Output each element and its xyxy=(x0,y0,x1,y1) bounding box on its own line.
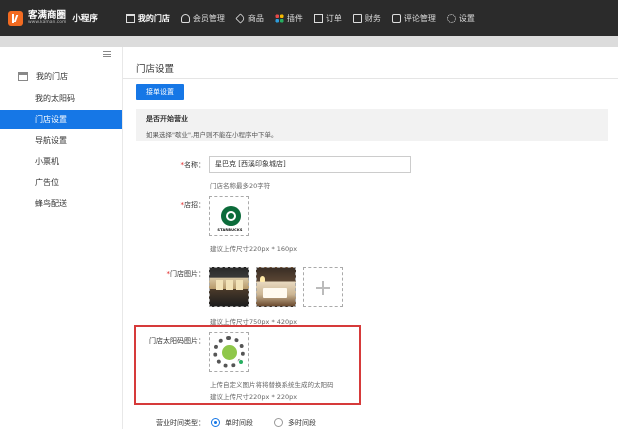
order-settings-button[interactable]: 接单设置 xyxy=(136,84,184,100)
notice-title: 是否开始营业 xyxy=(146,115,188,123)
hamburger-menu-icon[interactable] xyxy=(103,51,111,57)
subheader-bar xyxy=(0,36,618,47)
nav-goods[interactable]: 商品 xyxy=(235,12,264,24)
add-photo-button[interactable] xyxy=(303,267,343,307)
store-logo-upload[interactable]: STARBUCKS xyxy=(209,196,249,236)
nav-label: 插件 xyxy=(286,13,303,23)
logo-label: *店招： xyxy=(180,201,206,209)
name-label: *名称： xyxy=(180,161,206,169)
apps-icon xyxy=(274,13,284,23)
nav-label: 财务 xyxy=(364,13,381,23)
divider xyxy=(123,78,618,79)
store-name-input[interactable]: 星巴克 [西溪印象城店] xyxy=(209,156,411,173)
logo-hint: 建议上传尺寸220px * 160px xyxy=(210,245,298,253)
main-content: 门店设置 接单设置 是否开始营业 如果选择"歇业",用户则不能在小程序中下单。 … xyxy=(123,47,618,429)
sun-code-upload[interactable] xyxy=(209,332,249,372)
single-period-radio[interactable] xyxy=(211,418,220,427)
multi-period-radio[interactable] xyxy=(274,418,283,427)
notice-description: 如果选择"歇业",用户则不能在小程序中下单。 xyxy=(146,131,278,139)
store-photo-1[interactable] xyxy=(209,267,249,307)
business-time-label: 营业时间类型： xyxy=(156,419,205,427)
gear-icon xyxy=(446,13,456,23)
store-photo-2[interactable] xyxy=(256,267,296,307)
sidebar-heading-label: 我的门店 xyxy=(36,72,68,81)
nav-plugins[interactable]: 插件 xyxy=(274,13,303,24)
store-icon xyxy=(125,13,135,23)
order-icon xyxy=(313,13,323,23)
sidebar-item-fengniao-delivery[interactable]: 蜂鸟配送 xyxy=(0,194,122,213)
sidebar: 我的门店 我的太阳码 门店设置 导航设置 小票机 广告位 蜂鸟配送 xyxy=(0,47,123,429)
business-status-panel: 是否开始营业 如果选择"歇业",用户则不能在小程序中下单。 xyxy=(136,109,608,141)
photos-label: *门店图片： xyxy=(166,270,206,278)
sidebar-item-ad-slot[interactable]: 广告位 xyxy=(0,173,122,192)
nav-orders[interactable]: 订单 xyxy=(313,13,342,24)
nav-my-store[interactable]: 我的门店 xyxy=(125,13,170,24)
main-nav: 我的门店 会员管理 商品 插件 订单 财务 评论管理 设置 xyxy=(125,12,486,24)
nav-label: 我的门店 xyxy=(137,13,170,23)
nav-label: 设置 xyxy=(458,13,475,23)
comment-icon xyxy=(391,13,401,23)
logo[interactable]: 客满商圈 www.kaman.com xyxy=(28,9,67,26)
tag-icon xyxy=(235,12,246,24)
sidebar-item-receipt-printer[interactable]: 小票机 xyxy=(0,152,122,171)
single-period-label[interactable]: 单时间段 xyxy=(225,418,253,428)
sun-code-hint-1: 上传自定义图片将将替换系统生成的太阳码 xyxy=(210,381,334,389)
multi-period-label[interactable]: 多时间段 xyxy=(288,418,316,428)
user-icon xyxy=(180,13,190,23)
starbucks-logo-icon xyxy=(221,206,241,226)
nav-label: 订单 xyxy=(325,13,342,23)
sun-code-hint-2: 建议上传尺寸220px * 220px xyxy=(210,393,298,401)
nav-label: 会员管理 xyxy=(192,13,225,23)
sun-code-label: 门店太阳码图片： xyxy=(149,337,205,345)
logo-icon xyxy=(8,10,23,26)
logo-name: 客满商圈 xyxy=(28,9,67,21)
brand-text: STARBUCKS xyxy=(217,228,243,232)
nav-finance[interactable]: 财务 xyxy=(352,13,381,24)
finance-icon xyxy=(352,13,362,23)
sidebar-item-sun-code[interactable]: 我的太阳码 xyxy=(0,89,122,108)
sidebar-item-navigation[interactable]: 导航设置 xyxy=(0,131,122,150)
logo-subtitle: 小程序 xyxy=(72,14,98,24)
logo-url: www.kaman.com xyxy=(28,20,67,25)
business-time-row: 营业时间类型： 单时间段 多时间段 xyxy=(123,418,618,429)
store-icon xyxy=(18,72,28,81)
nav-member[interactable]: 会员管理 xyxy=(180,13,225,24)
nav-label: 商品 xyxy=(247,13,264,23)
nav-comments[interactable]: 评论管理 xyxy=(391,13,436,24)
nav-settings[interactable]: 设置 xyxy=(446,13,475,24)
name-hint: 门店名称最多20字符 xyxy=(210,182,271,190)
sidebar-item-store-settings[interactable]: 门店设置 xyxy=(0,110,122,129)
top-navigation-bar: 客满商圈 www.kaman.com 小程序 我的门店 会员管理 商品 插件 订… xyxy=(0,0,618,36)
nav-label: 评论管理 xyxy=(403,13,436,23)
page-title: 门店设置 xyxy=(136,64,175,75)
sidebar-heading: 我的门店 xyxy=(18,71,68,82)
